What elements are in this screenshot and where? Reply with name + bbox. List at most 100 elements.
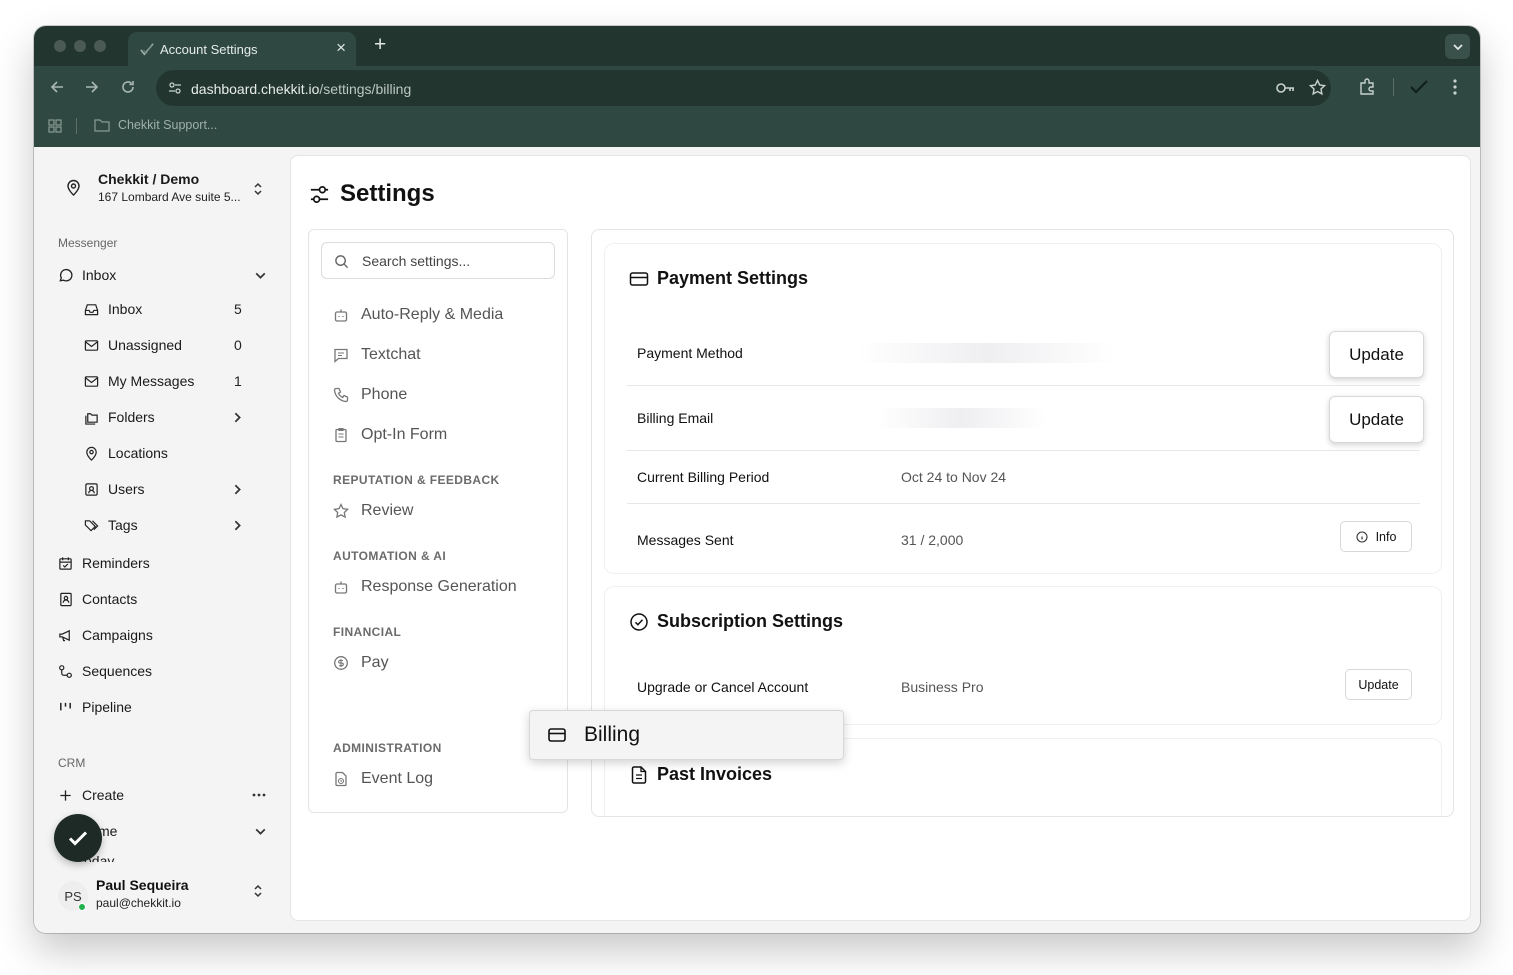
window-controls[interactable] [54,40,106,52]
settings-nav-pay[interactable]: Pay [333,654,389,672]
bookmark-star-icon[interactable] [1309,79,1326,96]
sidebar-item-label: Campaigns [82,627,153,643]
sidebar-item-campaigns[interactable]: Campaigns [58,623,153,647]
sidebar-item-label: Folders [108,409,155,425]
apps-grid-icon[interactable] [48,119,62,133]
clipboard-icon [335,427,347,443]
map-pin-icon [86,446,97,461]
mail-icon [84,375,99,387]
site-settings-icon[interactable] [168,81,182,95]
settings-nav-label: Phone [361,386,408,403]
avatar: PS [58,881,88,911]
online-status-dot [78,903,86,911]
settings-nav-label: Textchat [361,346,421,363]
subscription-plan-value: Business Pro [901,679,984,695]
billing-period-value: Oct 24 to Nov 24 [901,469,1007,485]
password-key-icon[interactable] [1275,80,1295,96]
sidebar-item-inbox[interactable]: Inbox [84,297,142,321]
sidebar-item-reminders[interactable]: Reminders [58,551,150,575]
reload-icon[interactable] [119,78,137,96]
sidebar-item-locations[interactable]: Locations [84,441,168,465]
settings-nav-review[interactable]: Review [333,502,413,520]
unassigned-count: 0 [234,337,242,353]
settings-nav-textchat[interactable]: Textchat [333,346,421,364]
forward-icon[interactable] [83,78,101,96]
chekkit-favicon-icon [140,43,154,56]
more-horizontal-icon[interactable] [252,793,266,797]
star-icon [333,503,349,519]
settings-panel: Settings Auto-Reply & Media Textchat [290,155,1471,921]
sidebar-item-inbox-group[interactable]: Inbox [58,263,268,287]
update-payment-method-button[interactable]: Update [1329,331,1424,378]
billing-email-row: Billing Email Update [627,386,1424,451]
settings-category-automation: AUTOMATION & AI [333,549,447,563]
chevron-down-icon [255,828,266,835]
bookmark-folder[interactable]: Chekkit Support... [94,118,217,132]
sidebar-item-sequences[interactable]: Sequences [58,659,152,683]
messages-info-button[interactable]: Info [1340,521,1412,552]
payment-method-label: Payment Method [637,345,743,361]
message-circle-icon [59,268,73,281]
crm-section-label: CRM [58,756,86,770]
messages-sent-value: 31 / 2,000 [901,532,964,548]
settings-nav-opt-in-form[interactable]: Opt-In Form [333,426,447,444]
update-billing-email-button[interactable]: Update [1329,396,1424,443]
location-switcher[interactable]: Chekkit / Demo 167 Lombard Ave suite 5..… [62,169,272,209]
file-text-icon [631,765,647,784]
settings-nav-event-log[interactable]: Event Log [333,770,433,788]
calendar-check-icon [59,556,72,570]
tab-strip: Account Settings × + [34,26,1480,66]
location-name: Chekkit / Demo [98,171,200,187]
settings-category-administration: ADMINISTRATION [333,741,442,755]
info-icon [1356,530,1368,543]
settings-nav-phone[interactable]: Phone [333,386,407,404]
payment-settings-card: Payment Settings Payment Method Update B… [604,243,1442,574]
sidebar-item-create[interactable]: Create [58,783,270,807]
chekkit-extension-icon[interactable] [1410,80,1428,94]
settings-nav-response-generation[interactable]: Response Generation [333,578,517,596]
settings-sliders-icon [310,185,329,203]
tasks-floating-button[interactable] [54,814,102,862]
update-subscription-button[interactable]: Update [1345,669,1412,700]
sidebar-item-label: Users [108,481,145,497]
sidebar-item-contacts[interactable]: Contacts [58,587,137,611]
back-icon[interactable] [48,78,66,96]
user-menu[interactable]: PS Paul Sequeira paul@chekkit.io [58,875,273,923]
chevron-down-icon [1452,43,1463,50]
sidebar-item-label: Reminders [82,555,150,571]
settings-nav-billing-dragging[interactable]: Billing [529,710,844,760]
browser-menu-icon[interactable] [1452,78,1458,96]
messages-sent-label: Messages Sent [637,532,734,548]
extensions-icon[interactable] [1358,78,1376,96]
redacted-value [857,343,1117,363]
sidebar-item-folders[interactable]: Folders [84,405,244,429]
settings-category-reputation: REPUTATION & FEEDBACK [333,473,500,487]
sidebar-item-tags[interactable]: Tags [84,513,244,537]
settings-nav-auto-reply[interactable]: Auto-Reply & Media [333,306,503,324]
close-tab-icon[interactable]: × [336,38,346,58]
tab-title: Account Settings [160,42,258,57]
inbox-group-label: Inbox [82,267,117,283]
billing-email-label: Billing Email [637,410,714,426]
messenger-section-label: Messenger [58,236,118,250]
browser-toolbar: dashboard.chekkit.io/settings/billing [34,66,1480,106]
sidebar-item-users[interactable]: Users [84,477,244,501]
bot-icon [334,581,348,594]
search-input[interactable] [362,251,548,271]
billing-period-label: Current Billing Period [637,469,770,485]
address-bar[interactable]: dashboard.chekkit.io/settings/billing [156,70,1331,106]
sidebar-item-pipeline[interactable]: Pipeline [58,695,132,719]
sidebar-item-label: Tags [108,517,138,533]
sidebar-item-label: Locations [108,445,168,461]
subscription-row: Upgrade or Cancel Account Business Pro U… [627,659,1420,715]
user-name: Paul Sequeira [96,877,189,893]
tab-search-button[interactable] [1445,34,1470,59]
new-tab-icon[interactable]: + [374,33,386,57]
inbox-icon [84,303,99,315]
sidebar-item-my-messages[interactable]: My Messages [84,369,194,393]
browser-tab[interactable]: Account Settings × [128,32,356,66]
search-settings [321,242,555,279]
sidebar-item-unassigned[interactable]: Unassigned [84,333,182,357]
settings-category-financial: FINANCIAL [333,625,402,639]
avatar-initials: PS [64,888,82,904]
